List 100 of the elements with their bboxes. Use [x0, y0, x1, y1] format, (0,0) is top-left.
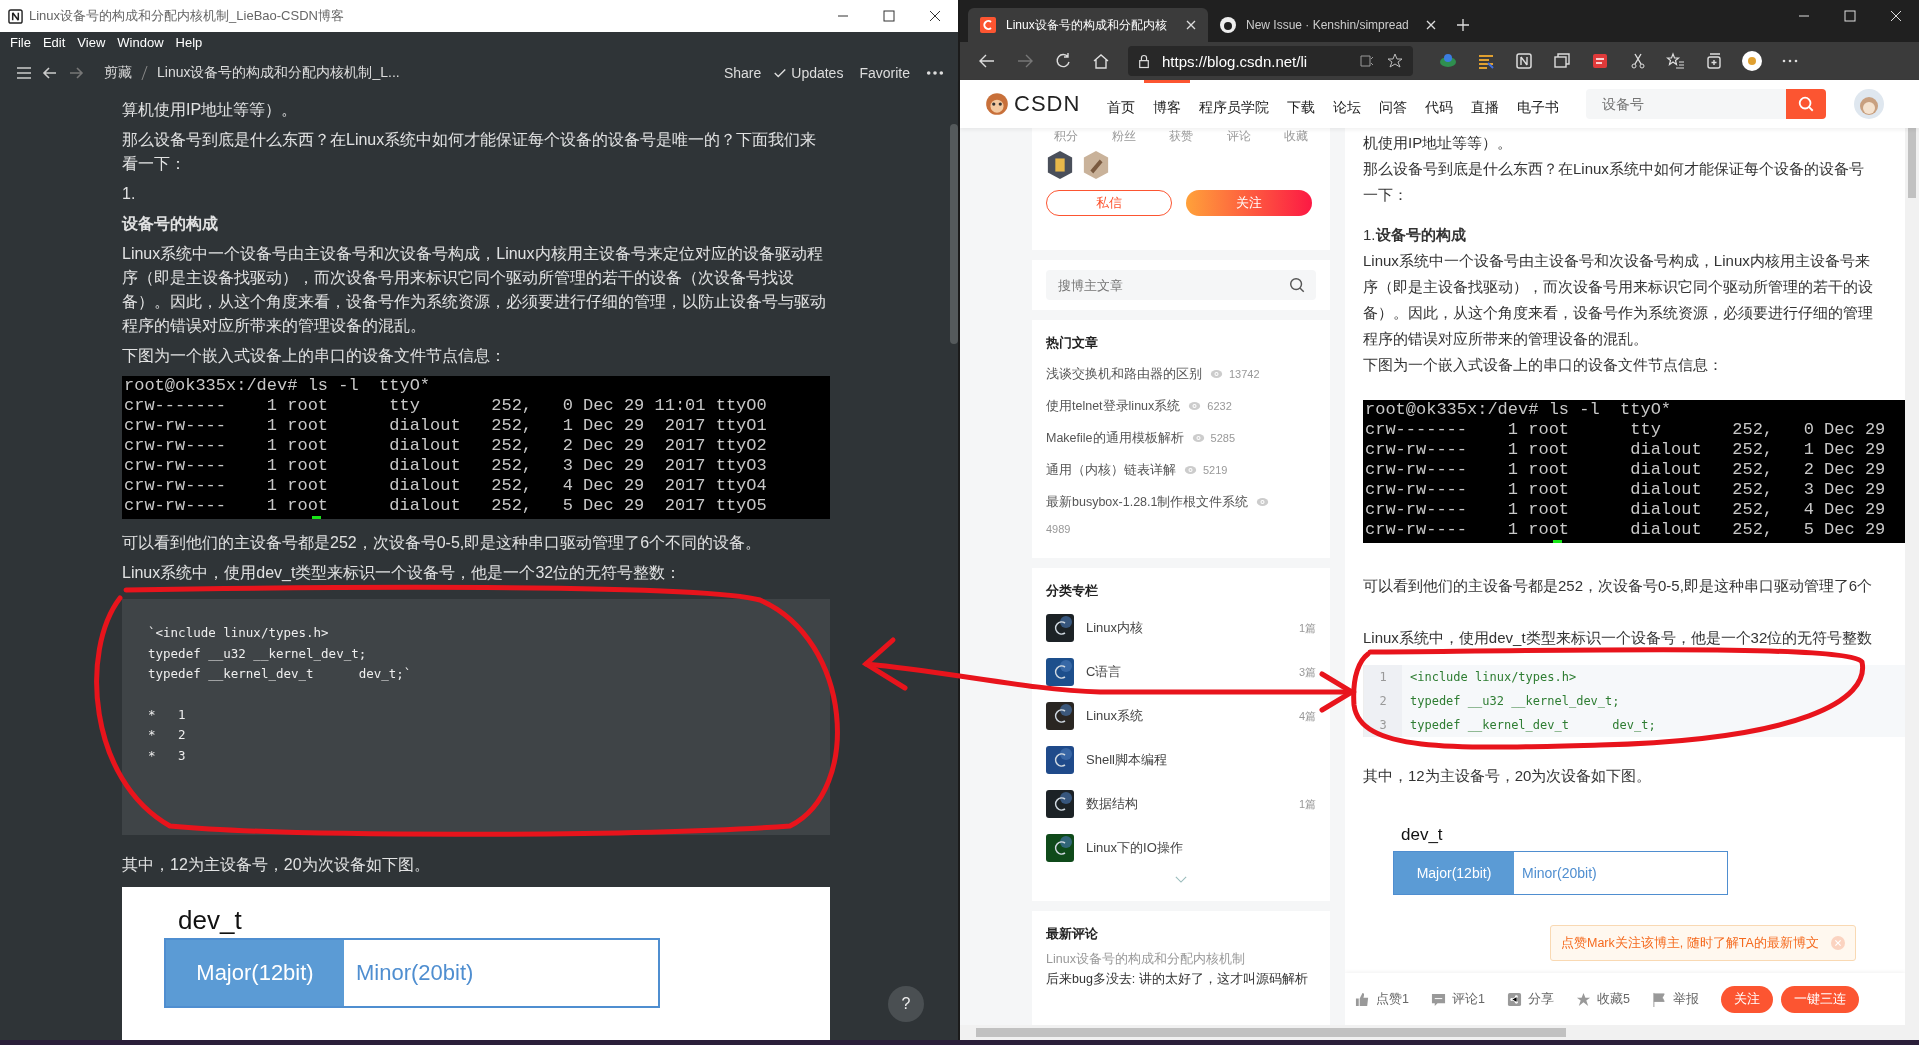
menu-item[interactable]: Help: [169, 34, 209, 50]
window-title: Linux设备号的构成和分配内核机制_LieBao-CSDN博客: [29, 7, 345, 25]
scrollbar[interactable]: [960, 1025, 1919, 1040]
breadcrumb-link[interactable]: Linux设备号的构成和分配内核机制_L...: [157, 64, 400, 82]
browser-tab[interactable]: Linux设备号的构成和分配内核: [968, 8, 1208, 42]
terminal-line: crw-rw---- 1 root dialout 252, 3 Dec 29: [1364, 480, 1887, 500]
nav-link[interactable]: 程序员学院: [1190, 80, 1279, 128]
windows-icon[interactable]: [1552, 51, 1572, 71]
updates-button[interactable]: Updates: [791, 65, 844, 81]
search-icon: [1797, 95, 1816, 113]
code-line: typedef __u32 __kernel_dev_t;: [148, 644, 368, 663]
view-count: 5219: [1203, 463, 1228, 478]
nav-link[interactable]: 首页: [1098, 80, 1145, 128]
paragraph-line: 机使用IP地址等等）。: [1363, 133, 1514, 153]
card-title: 热门文章: [1046, 334, 1099, 352]
terminal-line: crw------- 1 root tty 252, 0 Dec 29 11:01 ttyO0: [123, 396, 768, 416]
favorites-icon[interactable]: [1666, 51, 1686, 71]
eye-icon: [1184, 465, 1197, 475]
code-line: typedef __kernel_dev_t dev_t;: [1409, 717, 1656, 734]
star-icon[interactable]: [1575, 991, 1591, 1007]
category-link[interactable]: Linux内核: [1086, 619, 1299, 637]
diagram-title: dev_t: [1401, 825, 1444, 845]
search-button[interactable]: [1786, 89, 1827, 119]
category-link[interactable]: 数据结构: [1086, 795, 1299, 813]
flag-icon[interactable]: [1651, 991, 1667, 1007]
favorite-button[interactable]: Favorite: [859, 65, 910, 81]
browser-tab[interactable]: New Issue · Kenshin/simpread: [1208, 8, 1448, 42]
view-count: 5285: [1210, 431, 1236, 446]
home-icon[interactable]: [1091, 51, 1111, 71]
avatar-icon[interactable]: [1742, 51, 1762, 71]
article-link[interactable]: Makefile的通用模板解析: [1046, 422, 1184, 454]
share-icon[interactable]: [1506, 991, 1522, 1007]
code-line: * 3: [148, 746, 187, 765]
paragraph: 那么设备号到底是什么东西？在Linux系统中如何才能保证每个设备的设备号是唯一的？下面我们来看一下：: [122, 130, 818, 174]
category-link[interactable]: Linux下的IO操作: [1086, 839, 1316, 857]
category-link[interactable]: Shell脚本编程: [1086, 751, 1316, 769]
menu-item[interactable]: File: [4, 34, 37, 50]
badge-icon: [1046, 150, 1074, 180]
paragraph-line: 下图为一个嵌入式设备上的串口的设备文件节点信息：: [1363, 355, 1724, 375]
address-bar[interactable]: https://blog.csdn.net/li: [1128, 46, 1413, 76]
paragraph: 1.: [122, 184, 137, 204]
terminal-line: root@ok335x:/dev# ls -l ttyO*: [1364, 400, 1673, 420]
terminal-line: crw------- 1 root tty 252, 0 Dec 29: [1364, 420, 1887, 440]
paragraph: 可以看到他们的主设备号都是252，次设备号0-5,即是这种串口驱动管理了6个不同的设备。: [122, 533, 763, 553]
notion-logo-icon[interactable]: [1514, 51, 1534, 71]
search-icon[interactable]: [1288, 276, 1306, 294]
url-text: https://blog.csdn.net/li: [1162, 52, 1309, 70]
action-label[interactable]: 评论1: [1451, 990, 1485, 1008]
new-tab-icon[interactable]: [1456, 18, 1470, 32]
menu-item[interactable]: Window: [111, 34, 170, 50]
share-button[interactable]: Share: [723, 65, 762, 81]
thumbs-up-icon[interactable]: [1355, 991, 1370, 1007]
star-icon[interactable]: [1387, 53, 1403, 69]
more-icon[interactable]: [926, 69, 944, 77]
terminal-line: crw-rw---- 1 root dialout 252, 4 Dec 29: [1364, 500, 1887, 520]
action-label[interactable]: 分享: [1527, 990, 1554, 1008]
article-count: 1篇: [1298, 796, 1316, 812]
stat-label: 获赞: [1169, 128, 1193, 144]
nav-link[interactable]: 论坛: [1324, 80, 1371, 128]
search-field[interactable]: 设备号: [1586, 89, 1787, 119]
nav-link[interactable]: 电子书: [1508, 80, 1569, 128]
tab-title: New Issue · Kenshin/simpread: [1246, 18, 1410, 32]
article-link[interactable]: 最新busybox-1.28.1制作根文件系统: [1046, 486, 1249, 518]
read-aloud-icon[interactable]: [1359, 53, 1375, 69]
menu-item[interactable]: View: [71, 34, 112, 50]
category-link[interactable]: C语言: [1086, 663, 1299, 681]
code-line: typedef __kernel_dev_t dev_t;`: [148, 665, 413, 683]
article-link[interactable]: 使用telnet登录linux系统: [1046, 390, 1181, 422]
notion-logo-icon: [8, 8, 23, 24]
category-link[interactable]: Linux系统: [1086, 707, 1299, 725]
paragraph-line: 程序的错误对应所带来的管理设备的混乱。: [1363, 329, 1649, 349]
toast-message: 点赞Mark关注该博主, 随时了解TA的最新博文: [1561, 934, 1819, 952]
nav-link[interactable]: 问答: [1370, 80, 1417, 128]
nav-link[interactable]: 代码: [1416, 80, 1463, 128]
search-field[interactable]: 搜博主文章: [1046, 270, 1316, 300]
close-icon[interactable]: [1186, 20, 1196, 30]
collections-icon[interactable]: [1704, 51, 1724, 71]
line-number: 2: [1364, 689, 1402, 713]
article-link[interactable]: 通用（内核）链表详解: [1046, 454, 1176, 486]
scissors-icon[interactable]: [1628, 51, 1648, 71]
action-label[interactable]: 收藏5: [1596, 990, 1630, 1008]
paragraph: Linux系统中，使用dev_t类型来标识一个设备号，他是一个32位的无符号整数: [1363, 628, 1874, 648]
menu-item[interactable]: Edit: [36, 34, 72, 50]
action-label[interactable]: 举报: [1672, 990, 1699, 1008]
action-label[interactable]: 点赞1: [1376, 990, 1409, 1008]
eye-icon: [1188, 401, 1202, 411]
nav-link[interactable]: 直播: [1462, 80, 1509, 128]
nav-link[interactable]: 下载: [1278, 80, 1325, 128]
help-button[interactable]: ?: [888, 986, 924, 1022]
paragraph-line: 序（即是主设备找驱动），而次设备号用来标识它同个驱动所管理的若干的设: [1363, 277, 1874, 297]
breadcrumb-link[interactable]: 剪藏: [104, 64, 132, 82]
comment-icon[interactable]: [1430, 991, 1446, 1007]
note-icon[interactable]: [1590, 51, 1610, 71]
eye-icon: [1210, 369, 1223, 379]
scrollbar[interactable]: [1905, 128, 1919, 1025]
terminal-line: crw-rw---- 1 root dialout 252, 3 Dec 29 2017 ttyO3: [123, 456, 768, 476]
site-logo[interactable]: CSDN: [1014, 91, 1081, 117]
checkmark-icon: [773, 66, 788, 80]
article-link[interactable]: 浅谈交换机和路由器的区别: [1046, 358, 1202, 390]
close-icon[interactable]: [1426, 20, 1436, 30]
